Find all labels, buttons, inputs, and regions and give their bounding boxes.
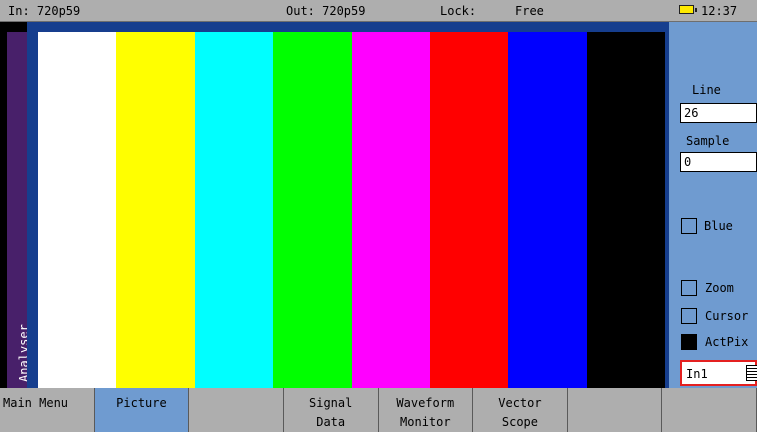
picture-button[interactable]: Picture bbox=[94, 388, 190, 432]
line-field[interactable]: 26 bbox=[680, 103, 757, 123]
line-value: 26 bbox=[684, 106, 699, 120]
menu-button-label: Main Menu bbox=[3, 396, 69, 410]
source-selector[interactable]: In1 bbox=[680, 360, 757, 386]
menu-button-label: Picture bbox=[116, 396, 167, 410]
output-format: Out: 720p59 bbox=[286, 4, 366, 18]
main-menu-button[interactable]: Main Menu bbox=[0, 388, 95, 432]
color-bar bbox=[351, 32, 430, 388]
sample-value: 0 bbox=[684, 155, 692, 169]
menu-button-label: Waveform bbox=[396, 396, 455, 410]
menu-button-sublabel: Data bbox=[316, 415, 346, 429]
analyser-tab[interactable]: Analyser bbox=[7, 32, 31, 388]
menu-button-label: Signal bbox=[309, 396, 353, 410]
color-bar bbox=[116, 32, 195, 388]
color-bar bbox=[273, 32, 352, 388]
menu-button-label: Vector bbox=[498, 396, 542, 410]
color-bar bbox=[194, 32, 274, 388]
empty-softkey-3[interactable] bbox=[662, 388, 757, 432]
sample-field[interactable]: 0 bbox=[680, 152, 757, 172]
source-scroll-icon[interactable] bbox=[746, 365, 757, 381]
actpix-checkbox[interactable] bbox=[681, 334, 697, 350]
clock-time: 12:37 bbox=[701, 4, 738, 18]
picture-view[interactable] bbox=[27, 22, 669, 388]
menu-button-sublabel: Monitor bbox=[400, 415, 451, 429]
lock-value: Free bbox=[515, 4, 544, 18]
cursor-label: Cursor bbox=[705, 309, 749, 323]
color-bar bbox=[429, 32, 509, 388]
cursor-checkbox[interactable] bbox=[681, 308, 697, 324]
waveform-monitor-button[interactable]: Waveform Monitor bbox=[378, 388, 474, 432]
color-bar bbox=[586, 32, 665, 388]
vector-scope-button[interactable]: Vector Scope bbox=[473, 388, 568, 432]
zoom-checkbox[interactable] bbox=[681, 280, 697, 296]
line-label: Line bbox=[692, 83, 721, 97]
color-bar bbox=[38, 32, 117, 388]
zoom-label: Zoom bbox=[705, 281, 734, 295]
actpix-label: ActPix bbox=[705, 335, 749, 349]
color-bars bbox=[38, 32, 665, 388]
input-format: In: 720p59 bbox=[8, 4, 81, 18]
sample-label: Sample bbox=[686, 134, 730, 148]
source-value: In1 bbox=[686, 367, 708, 381]
battery-icon bbox=[679, 5, 697, 14]
status-bar: In: 720p59 Out: 720p59 Lock: Free 12:37 bbox=[0, 0, 757, 22]
bottom-menu: Main Menu Picture Signal Data Waveform Monito… bbox=[0, 388, 757, 432]
color-bar bbox=[508, 32, 587, 388]
signal-data-button[interactable]: Signal Data bbox=[283, 388, 379, 432]
lock-label: Lock: bbox=[440, 4, 477, 18]
blue-checkbox[interactable] bbox=[681, 218, 697, 234]
empty-softkey-2[interactable] bbox=[567, 388, 663, 432]
empty-softkey-1[interactable] bbox=[189, 388, 284, 432]
blue-label: Blue bbox=[704, 219, 733, 233]
menu-button-sublabel: Scope bbox=[501, 415, 538, 429]
